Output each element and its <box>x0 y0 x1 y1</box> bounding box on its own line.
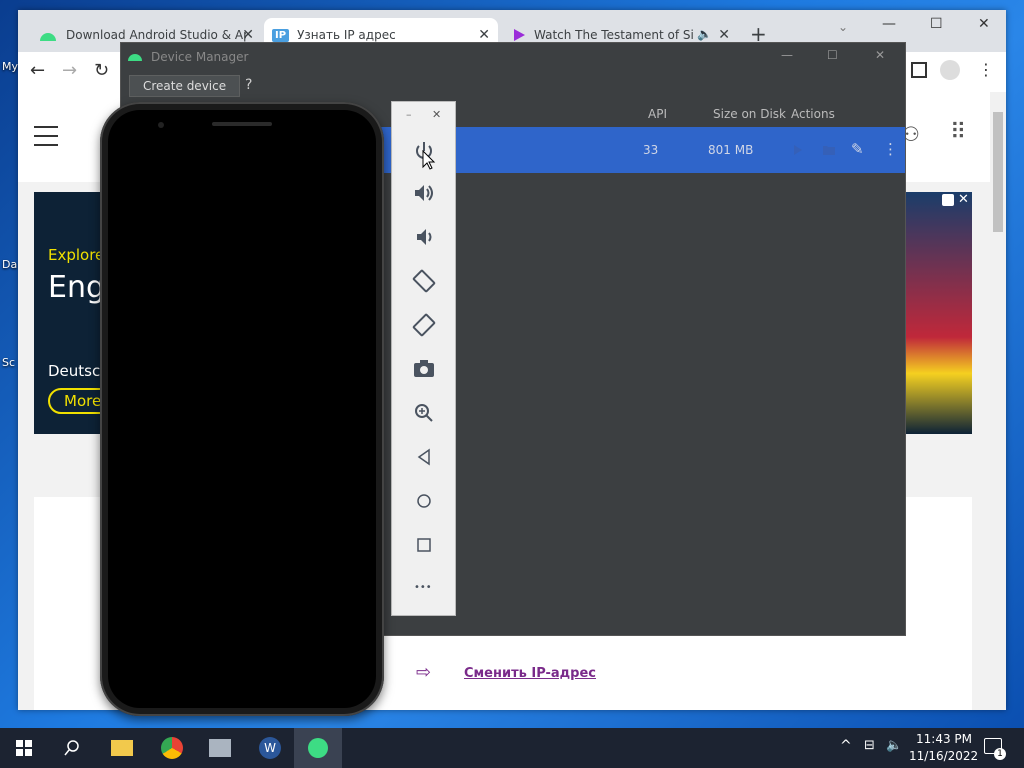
desktop-icon-label[interactable]: Sc <box>2 356 15 369</box>
menu-icon[interactable]: ⋮ <box>978 60 994 79</box>
edit-icon[interactable]: ✎ <box>851 140 864 158</box>
minimize-icon[interactable]: — <box>781 48 793 62</box>
scrollbar-thumb[interactable] <box>993 112 1003 232</box>
rotate-right-icon[interactable] <box>410 311 438 339</box>
close-icon[interactable]: ✕ <box>478 27 490 43</box>
ad-image <box>904 192 972 434</box>
taskbar-explorer[interactable] <box>98 728 146 768</box>
close-icon[interactable]: ✕ <box>718 27 730 43</box>
more-actions-icon[interactable]: ⋮ <box>883 140 898 158</box>
taskbar-app[interactable] <box>196 728 244 768</box>
taskbar-word[interactable]: W <box>246 728 294 768</box>
close-window-icon[interactable]: ✕ <box>978 16 990 32</box>
search-button[interactable] <box>48 728 96 768</box>
hamburger-icon[interactable] <box>34 126 58 146</box>
ad-text: Explore <box>48 246 105 264</box>
taskbar: W ^ ⊟ 🔈 11:43 PM 11/16/2022 1 <box>0 728 1024 768</box>
chevron-down-icon[interactable]: ⌄ <box>838 20 848 34</box>
ip-site-icon: IP <box>272 28 290 42</box>
phone-camera <box>158 122 164 128</box>
page-scrollbar[interactable] <box>990 92 1006 710</box>
back-icon[interactable]: ← <box>30 60 45 81</box>
phone-screen[interactable] <box>108 110 376 708</box>
volume-up-icon[interactable] <box>410 179 438 207</box>
device-manager-titlebar: Device Manager — ☐ ✕ <box>121 43 905 71</box>
clock-date[interactable]: 11/16/2022 <box>909 749 978 763</box>
help-icon[interactable]: ? <box>245 77 252 93</box>
notification-count: 1 <box>994 748 1006 760</box>
back-triangle-icon[interactable] <box>410 443 438 471</box>
window-title: Device Manager <box>151 50 249 64</box>
overview-square-icon[interactable] <box>410 531 438 559</box>
app-icon <box>209 739 231 757</box>
phone-speaker <box>212 122 272 126</box>
android-icon <box>128 54 142 61</box>
camera-icon[interactable] <box>410 355 438 383</box>
close-icon[interactable]: ✕ <box>242 27 254 43</box>
forward-icon[interactable]: → <box>62 60 77 81</box>
wordpad-icon: W <box>259 737 281 759</box>
volume-icon[interactable]: 🔈 <box>886 738 902 753</box>
change-ip-icon[interactable]: ⇨ <box>416 662 431 683</box>
volume-down-icon[interactable] <box>410 223 438 251</box>
profile-icon[interactable] <box>940 60 960 80</box>
clock-time[interactable]: 11:43 PM <box>913 732 975 746</box>
tab-title: Download Android Studio & Ap <box>66 28 246 42</box>
zoom-icon[interactable] <box>410 399 438 427</box>
ad-text: Deutsc <box>48 362 101 380</box>
network-icon[interactable]: ⊟ <box>864 738 875 753</box>
play-icon <box>514 29 525 41</box>
chrome-icon <box>161 737 183 759</box>
column-actions[interactable]: Actions <box>791 107 835 121</box>
taskbar-chrome[interactable] <box>148 728 196 768</box>
emulator-minimize-button[interactable]: – <box>406 108 412 121</box>
ad-info-icon[interactable] <box>942 194 954 206</box>
ad-text: Eng <box>48 270 106 305</box>
start-button[interactable] <box>0 728 48 768</box>
folder-icon <box>111 740 133 756</box>
emulator-close-button[interactable]: ✕ <box>432 108 441 121</box>
column-size[interactable]: Size on Disk <box>713 107 786 121</box>
close-window-icon[interactable]: ✕ <box>875 48 885 62</box>
device-manager-toolbar: Create device ? <box>121 71 905 101</box>
more-icon[interactable]: ••• <box>414 582 432 593</box>
search-icon <box>64 740 79 756</box>
home-circle-icon[interactable] <box>410 487 438 515</box>
device-size: 801 MB <box>708 143 754 157</box>
minimize-icon[interactable]: — <box>882 16 896 32</box>
column-api[interactable]: API <box>648 107 667 121</box>
apps-grid-icon[interactable]: ⠿ <box>950 120 966 145</box>
sidebar-icon[interactable] <box>911 62 927 78</box>
change-ip-link[interactable]: Сменить IP-адрес <box>464 666 596 681</box>
mouse-cursor-icon <box>422 150 436 170</box>
phone-frame <box>100 102 384 716</box>
reload-icon[interactable]: ↻ <box>94 60 109 81</box>
rotate-left-icon[interactable] <box>410 267 438 295</box>
chevron-up-icon[interactable]: ^ <box>840 738 852 754</box>
tab-title: Watch The Testament of Sist <box>534 28 694 42</box>
device-api: 33 <box>643 143 659 157</box>
desktop-icon-label[interactable]: Da <box>2 258 17 271</box>
create-device-button[interactable]: Create device <box>129 75 241 97</box>
folder-icon[interactable] <box>822 144 836 156</box>
android-studio-icon <box>308 738 328 758</box>
maximize-icon[interactable]: ☐ <box>930 16 943 32</box>
tab-title: Узнать IP адрес <box>297 28 396 42</box>
android-icon <box>40 33 56 41</box>
ad-close-icon[interactable]: ✕ <box>958 192 969 207</box>
speaker-icon[interactable]: 🔈 <box>697 27 712 41</box>
maximize-icon[interactable]: ☐ <box>827 48 838 62</box>
desktop-icon-label[interactable]: My <box>2 60 18 73</box>
emulator-toolbar: – ✕ ••• <box>391 101 456 616</box>
windows-icon <box>16 740 32 756</box>
taskbar-android-studio[interactable] <box>294 728 342 768</box>
run-icon[interactable] <box>793 144 803 156</box>
